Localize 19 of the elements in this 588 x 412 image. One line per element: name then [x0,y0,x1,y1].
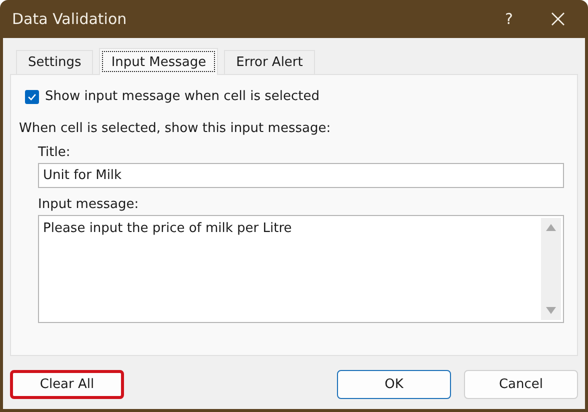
title-field[interactable]: Unit for Milk [38,163,564,188]
help-button[interactable]: ? [505,10,513,28]
scroll-up-icon [546,224,556,231]
window-title: Data Validation [12,10,128,28]
message-label: Input message: [38,197,140,212]
tab[interactable]: Error Alert [224,50,315,74]
message-field[interactable]: Please input the price of milk per Litre [38,215,564,323]
dialog-button[interactable]: Clear All [10,370,124,399]
tab[interactable]: Input Message [99,48,218,75]
scroll-down-icon [546,307,556,314]
dialog-button[interactable]: Cancel [464,370,578,399]
close-icon[interactable] [551,12,565,26]
checkbox[interactable] [25,90,39,104]
section-label: When cell is selected, show this input message: [19,121,332,136]
checkbox-label: Show input message when cell is selected [45,89,320,104]
title-label: Title: [38,145,72,160]
scrollbar[interactable] [541,218,561,320]
dialog-button[interactable]: OK [337,370,451,399]
tab[interactable]: Settings [16,50,94,74]
